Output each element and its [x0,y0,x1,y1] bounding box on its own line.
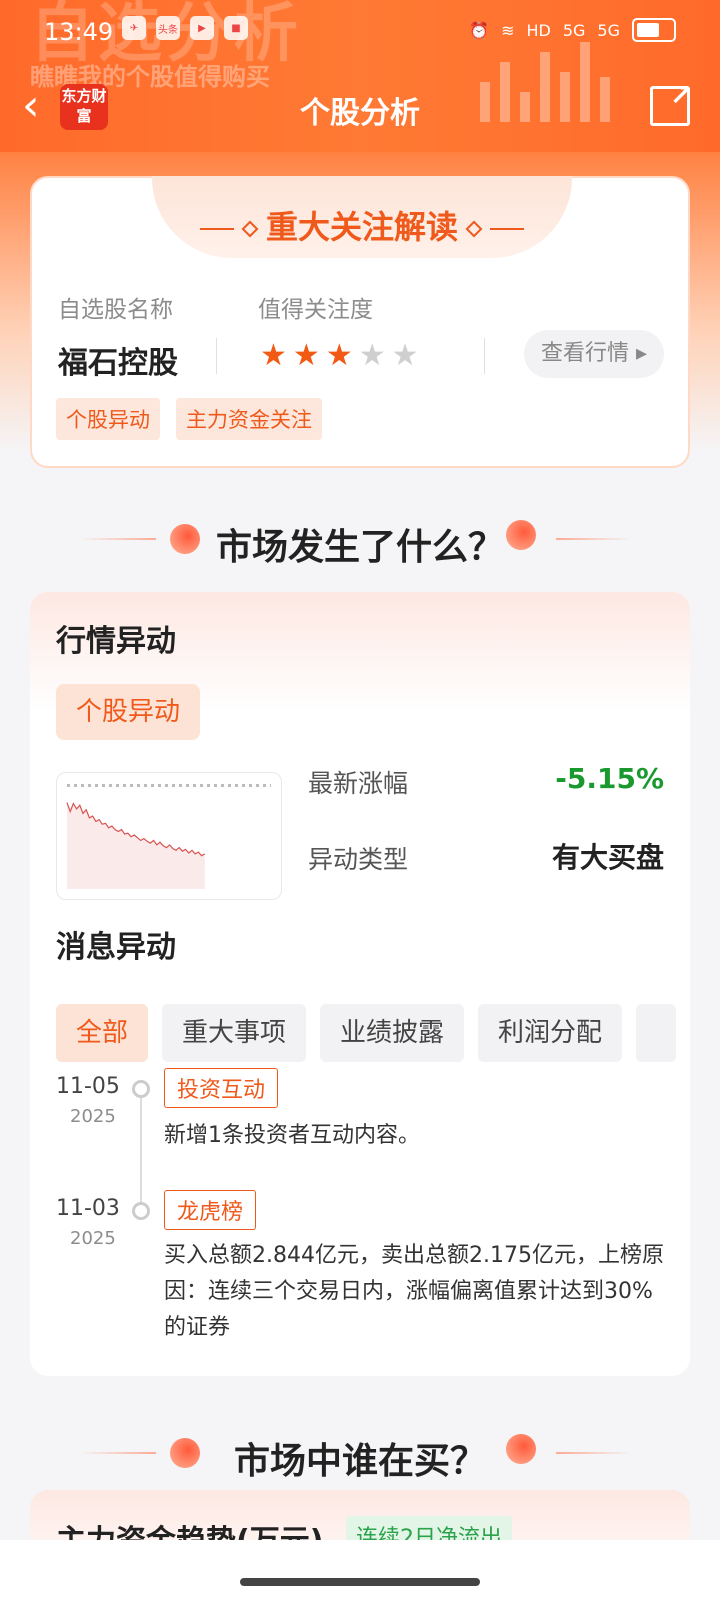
status-right-icons: ⏰ ≋ HD 5G 5G [469,18,676,42]
signal-icon-2: 5G [597,20,620,40]
timeline-tag[interactable]: 投资互动 [164,1068,279,1108]
shopping-app-icon: ■ [224,16,248,40]
battery-icon [632,18,676,42]
status-left-icons: ✈ 头条 ▶ ■ [122,16,248,40]
bottom-safe-area [0,1540,720,1600]
divider [484,338,485,374]
tag-stock-anomaly[interactable]: 个股异动 [56,398,160,440]
filter-more[interactable] [636,1004,677,1062]
filter-major-events[interactable]: 重大事项 [162,1004,307,1062]
home-indicator[interactable] [240,1578,480,1586]
app-header: 自选分析 瞧瞧我的个股值得购买 13:49 ✈ 头条 ▶ ■ ⏰ ≋ HD 5G… [0,0,720,152]
timeline-tag[interactable]: 龙虎榜 [164,1190,257,1230]
focus-tags: 个股异动 主力资金关注 [56,398,322,440]
star-filled-icon: ★ [292,338,320,373]
wifi-icon: ≋ [501,20,515,40]
latest-change-label: 最新涨幅 [308,769,409,798]
intraday-chart-svg [66,784,271,889]
anomaly-type-label: 异动类型 [308,845,409,874]
decor-ball-icon [506,520,536,550]
status-time: 13:49 [44,18,114,46]
timeline-date: 11-05 [56,1074,120,1099]
timeline-dot [132,1202,150,1220]
signal-icon-1: 5G [562,20,586,40]
tag-main-funds[interactable]: 主力资金关注 [176,398,322,440]
status-bar: 13:49 ✈ 头条 ▶ ■ ⏰ ≋ HD 5G 5G [0,0,720,64]
stock-anomaly-pill[interactable]: 个股异动 [56,684,200,740]
news-anomaly-heading: 消息异动 [56,930,176,965]
focus-card: 重大关注解读 自选股名称 值得关注度 福石控股 ★ ★ ★ ★ ★ 查看行情 ▸ 个股异… [30,176,690,468]
star-filled-icon: ★ [260,338,287,373]
star-empty-icon: ★ [358,338,386,373]
toutiao-icon: 头条 [156,16,180,40]
latest-change-value: -5.15% [555,762,664,795]
filter-all[interactable]: 全部 [56,1004,149,1062]
hd-badge: HD [526,20,551,40]
timeline-dot [132,1080,150,1098]
timeline-date: 11-03 [56,1196,120,1221]
timeline-year: 2025 [70,1228,116,1249]
share-icon[interactable]: ↗ [650,79,693,126]
stock-name: 福石控股 [58,346,178,381]
attention-rating: ★ ★ ★ ★ ★ [260,340,419,372]
filter-dividends[interactable]: 利润分配 [478,1004,623,1062]
feishu-icon: ✈ [122,16,146,40]
attention-label: 值得关注度 [258,297,373,323]
market-anomaly-card: 行情异动 个股异动 最新涨幅 -5.15% 异动类型 有大买盘 消息异动 全部 … [30,592,690,1376]
view-quote-button[interactable]: 查看行情 ▸ [524,330,664,378]
chart-area [67,802,205,889]
alarm-icon: ⏰ [469,20,490,40]
star-filled-icon: ★ [325,338,353,373]
section-who-is-buying: 市场中谁在买？ [0,1422,720,1482]
filter-earnings[interactable]: 业绩披露 [320,1004,465,1062]
timeline-year: 2025 [70,1106,116,1127]
section-what-happened: 市场发生了什么？ [0,508,720,568]
focus-card-title: 重大关注解读 [32,202,692,248]
timeline-text[interactable]: 新增1条投资者互动内容。 [164,1118,664,1154]
intraday-chart[interactable] [56,772,282,900]
divider [216,338,217,374]
stock-name-label: 自选股名称 [58,297,173,323]
page-title: 个股分析 [300,96,420,131]
decor-ball-icon [506,1434,536,1464]
anomaly-type-value: 有大买盘 [551,841,664,874]
news-filter-tabs: 全部 重大事项 业绩披露 利润分配 [56,1004,690,1062]
timeline-line [140,1094,142,1208]
star-empty-icon: ★ [391,338,419,373]
market-anomaly-heading: 行情异动 [56,624,176,659]
section-title: 市场发生了什么？ [215,527,504,568]
video-app-icon: ▶ [190,16,214,40]
timeline-text[interactable]: 买入总额2.844亿元，卖出总额2.175亿元，上榜原因：连续三个交易日内，涨幅… [164,1238,664,1346]
section-title: 市场中谁在买？ [233,1441,486,1482]
